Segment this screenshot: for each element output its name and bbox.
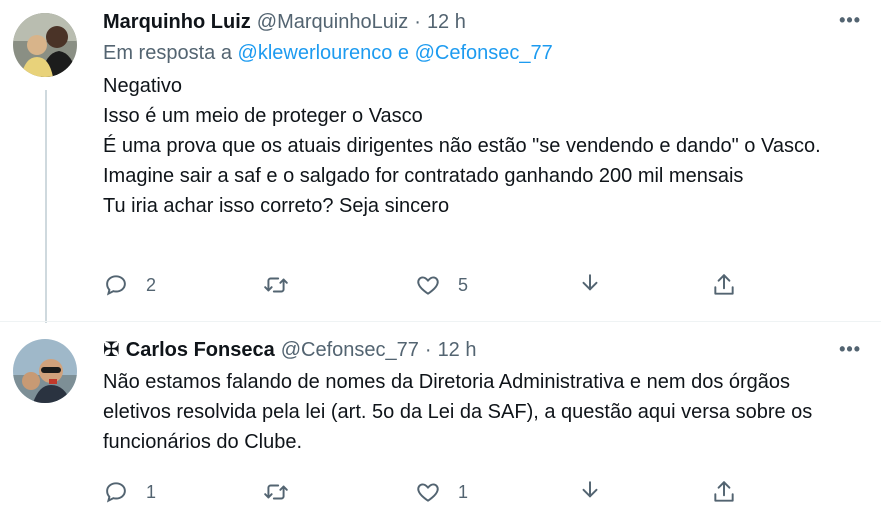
like-count: 1 xyxy=(458,481,469,502)
tweet-text: Negativo Isso é um meio de proteger o Va… xyxy=(103,71,861,221)
user-handle[interactable]: @MarquinhoLuiz xyxy=(257,9,409,35)
more-icon[interactable]: ••• xyxy=(839,10,861,31)
reply-prefix: Em resposta a xyxy=(103,42,232,64)
reply-icon xyxy=(106,482,126,503)
retweet-icon xyxy=(264,277,288,293)
avatar[interactable] xyxy=(13,339,77,403)
like-button[interactable]: 1 xyxy=(415,477,468,507)
reply-count: 1 xyxy=(146,481,157,502)
display-name[interactable]: Carlos Fonseca xyxy=(126,337,275,363)
reply-icon xyxy=(106,275,126,296)
mention-link-cefonsec[interactable]: @Cefonsec_77 xyxy=(415,42,553,64)
user-handle[interactable]: @Cefonsec_77 xyxy=(281,337,419,363)
more-icon[interactable]: ••• xyxy=(839,339,861,360)
mention-link-klewerlourenco[interactable]: @klewerlourenco xyxy=(238,42,393,64)
thread-connector-line xyxy=(45,90,47,323)
reply-button[interactable]: 1 xyxy=(103,477,156,507)
share-icon xyxy=(714,481,734,502)
like-count: 5 xyxy=(458,274,469,295)
tweet-line: É uma prova que os atuais dirigentes não… xyxy=(103,135,821,157)
tweet-marquinho[interactable]: Marquinho Luiz @MarquinhoLuiz · 12 h Em … xyxy=(0,0,881,323)
download-button[interactable] xyxy=(577,477,603,507)
download-icon xyxy=(582,481,598,498)
download-button[interactable] xyxy=(577,270,603,300)
timestamp[interactable]: 12 h xyxy=(427,9,466,35)
retweet-button[interactable] xyxy=(263,270,306,300)
tweet-line: Negativo xyxy=(103,75,182,97)
reply-button[interactable]: 2 xyxy=(103,270,156,300)
share-icon xyxy=(714,274,734,295)
reply-count: 2 xyxy=(146,274,157,295)
avatar[interactable] xyxy=(13,13,77,77)
timestamp[interactable]: 12 h xyxy=(438,337,477,363)
tweet-line: Isso é um meio de proteger o Vasco xyxy=(103,105,423,127)
display-name[interactable]: Marquinho Luiz xyxy=(103,9,251,35)
tweet-actions: 2 5 xyxy=(103,270,763,300)
separator-dot: · xyxy=(424,339,432,361)
share-button[interactable] xyxy=(711,477,737,507)
reply-context: Em resposta a @klewerlourenco e @Cefonse… xyxy=(103,39,861,67)
tweet-actions: 1 1 xyxy=(103,477,763,507)
cross-badge: ✠ xyxy=(103,339,120,361)
download-icon xyxy=(582,274,598,291)
reply-conjunction: e xyxy=(397,42,410,64)
separator-dot: · xyxy=(414,11,421,33)
tweet-text: Não estamos falando de nomes da Diretori… xyxy=(103,371,813,453)
like-button[interactable]: 5 xyxy=(415,270,468,300)
tweet-line: Imagine sair a saf e o salgado for contr… xyxy=(103,165,744,187)
retweet-icon xyxy=(264,484,288,500)
like-icon xyxy=(417,483,439,502)
share-button[interactable] xyxy=(711,270,737,300)
retweet-button[interactable] xyxy=(263,477,306,507)
tweet-line: Tu iria achar isso correto? Seja sincero xyxy=(103,195,450,217)
tweet-carlos[interactable]: ✠ Carlos Fonseca @Cefonsec_77 · 12 h Não… xyxy=(0,322,881,519)
like-icon xyxy=(417,276,439,295)
